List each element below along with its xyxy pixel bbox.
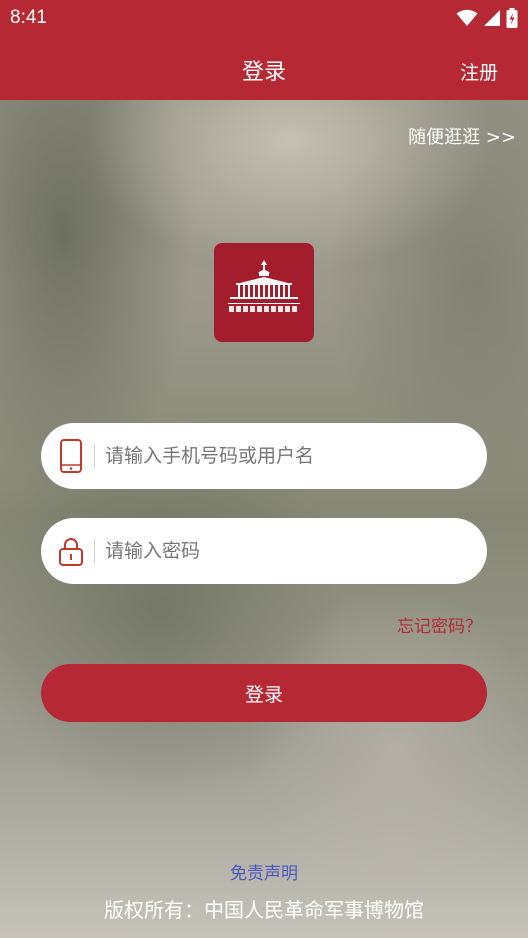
battery-icon (506, 8, 518, 28)
signal-icon (484, 10, 500, 26)
status-time: 8:41 (10, 7, 47, 28)
password-input[interactable] (105, 518, 465, 584)
disclaimer-link[interactable]: 免责声明 (0, 859, 528, 884)
browse-as-guest-link[interactable]: 随便逛逛 >> (408, 123, 516, 149)
app-bar: 登录 注册 (0, 36, 528, 100)
status-icons (456, 8, 518, 28)
wifi-icon (456, 9, 478, 26)
field-divider (94, 539, 95, 563)
field-divider (94, 444, 95, 468)
forgot-password-link[interactable]: 忘记密码？ (397, 612, 482, 637)
page-title: 登录 (241, 60, 286, 85)
phone-field[interactable] (41, 423, 487, 489)
password-field[interactable] (41, 518, 487, 584)
copyright-text: 版权所有：中国人民革命军事博物馆 (104, 898, 424, 922)
museum-building-icon (228, 260, 300, 312)
status-bar: 8:41 (0, 0, 528, 36)
username-input[interactable] (105, 423, 465, 489)
museum-logo (214, 243, 314, 342)
phone-icon (60, 439, 82, 473)
lock-icon (59, 538, 83, 566)
register-button[interactable]: 注册 (460, 58, 498, 85)
login-button[interactable]: 登录 (41, 664, 487, 722)
